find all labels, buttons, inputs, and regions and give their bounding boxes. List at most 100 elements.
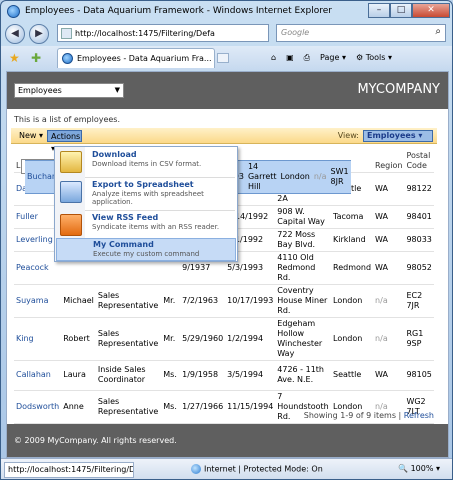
- col-region[interactable]: Region: [373, 148, 405, 173]
- cell-hire: 1/2/1994: [225, 317, 276, 361]
- cell-last[interactable]: Callahan: [14, 360, 62, 391]
- menu-item-title: My Command: [93, 240, 154, 249]
- view-dropdown[interactable]: Employees ▾: [363, 130, 433, 142]
- menu-item-download[interactable]: Download Download items in CSV format.: [56, 148, 236, 176]
- ie-icon: [7, 4, 20, 18]
- browser-window: Employees - Data Aquarium Framework - Wi…: [0, 0, 453, 480]
- page-header: Employees ▼ MYCOMPANY: [7, 72, 448, 109]
- search-placeholder: Google: [281, 28, 310, 37]
- cell-addr: Coventry House Miner Rd.: [275, 284, 331, 318]
- cell-last[interactable]: Suyama: [14, 284, 62, 318]
- cell-region: WA: [373, 360, 405, 391]
- cell-hire: 3/5/1994: [225, 360, 276, 391]
- actions-menu: Download Download items in CSV format. E…: [54, 146, 238, 262]
- download-icon: [60, 151, 82, 173]
- pager-text: Showing 1-9 of 9 items |: [303, 411, 404, 420]
- view-label: View:: [337, 131, 359, 140]
- cell-postal: 98052: [404, 251, 434, 285]
- spreadsheet-icon: [60, 181, 82, 203]
- feeds-icon[interactable]: ▣: [284, 51, 296, 65]
- cell-last[interactable]: King: [14, 317, 62, 361]
- cell-toc: Mr.: [161, 284, 181, 318]
- cell-addr: 908 W. Capital Way: [275, 205, 331, 229]
- cell-postal: EC2 7JR: [404, 284, 434, 318]
- tab-label: Employees - Data Aquarium Fra...: [77, 54, 212, 63]
- cell-postal: 98122: [404, 172, 434, 206]
- menu-item-title: View RSS Feed: [92, 213, 159, 222]
- search-input[interactable]: Google ⌕: [276, 24, 446, 42]
- cell-first: Michael: [61, 284, 96, 318]
- cell-birth: 7/2/1963: [180, 284, 226, 318]
- menu-item-my-command[interactable]: My Command Execute my custom command: [56, 238, 236, 261]
- cell-title: Inside Sales Coordinator: [95, 360, 162, 391]
- minimize-button[interactable]: –: [368, 3, 390, 18]
- menu-item-rss[interactable]: View RSS Feed Syndicate items with an RS…: [56, 211, 236, 239]
- cell-region: WA: [373, 228, 405, 252]
- command-bar: ⌂ ▣ ⎙ Page ▾ ⚙ Tools ▾: [269, 51, 394, 65]
- cell-city: London: [278, 160, 312, 194]
- home-icon[interactable]: ⌂: [269, 51, 278, 65]
- pager: Showing 1-9 of 9 items | Refresh: [14, 411, 434, 423]
- menu-item-desc: Analyze items with spreadsheet applicati…: [92, 190, 204, 206]
- cell-addr: 722 Moss Bay Blvd.: [275, 228, 331, 252]
- menu-item-desc: Execute my custom command: [93, 250, 200, 258]
- new-tab-button[interactable]: [217, 53, 229, 63]
- tools-menu[interactable]: ⚙ Tools ▾: [354, 51, 394, 65]
- cell-postal: RG1 9SP: [404, 317, 434, 361]
- cell-first: Laura: [61, 360, 96, 391]
- window-title: Employees - Data Aquarium Framework - Wi…: [25, 6, 332, 16]
- cell-postal: 98033: [404, 228, 434, 252]
- cell-region: n/a: [311, 160, 329, 194]
- globe-icon: [191, 464, 201, 474]
- cell-hire: 10/17/1993: [225, 284, 276, 318]
- cell-addr: 14 Garrett Hill: [245, 160, 279, 194]
- close-button[interactable]: ✕: [412, 3, 450, 18]
- forward-icon[interactable]: ▶: [29, 24, 49, 44]
- back-icon[interactable]: ◀: [5, 24, 25, 44]
- cell-toc: Ms.: [161, 360, 181, 391]
- status-bar: http://localhost:1475/Filtering/Defa Int…: [1, 458, 452, 479]
- page-content: Employees ▼ MYCOMPANY This is a list of e…: [6, 71, 449, 458]
- table-row[interactable]: King Robert Sales Representative Mr. 5/29/19…: [14, 317, 434, 361]
- zoom-control[interactable]: 🔍 100% ▾: [398, 464, 440, 473]
- menu-item-title: Export to Spreadsheet: [92, 180, 194, 189]
- tab-employees[interactable]: Employees - Data Aquarium Fra...: [57, 48, 215, 68]
- security-zone[interactable]: Internet | Protected Mode: On: [191, 464, 323, 474]
- page-menu[interactable]: Page ▾: [318, 51, 348, 65]
- menu-item-desc: Download items in CSV format.: [92, 160, 202, 168]
- address-bar[interactable]: http://localhost:1475/Filtering/Defa: [57, 24, 269, 42]
- page-description: This is a list of employees.: [14, 115, 121, 124]
- menu-item-title: Download: [92, 150, 137, 159]
- title-bar: Employees - Data Aquarium Framework - Wi…: [1, 1, 452, 21]
- menu-item-export[interactable]: Export to Spreadsheet Analyze items with…: [56, 178, 236, 210]
- rss-icon: [60, 214, 82, 236]
- actions-button[interactable]: Actions ▾: [47, 130, 82, 153]
- favorites-star-icon[interactable]: ★: [9, 51, 23, 65]
- add-favorites-icon[interactable]: ✚: [31, 51, 45, 65]
- col-postal-code[interactable]: Postal Code: [404, 148, 434, 173]
- maximize-button[interactable]: □: [390, 3, 412, 18]
- cell-region: n/a: [373, 317, 405, 361]
- refresh-link[interactable]: Refresh: [404, 411, 434, 420]
- table-row[interactable]: Suyama Michael Sales Representative Mr. 7/2/…: [14, 284, 434, 318]
- cell-first: Robert: [61, 317, 96, 361]
- menu-item-desc: Syndicate items with an RSS reader.: [92, 223, 220, 231]
- cell-title: Sales Representative: [95, 284, 162, 318]
- page-icon: [61, 27, 72, 39]
- cell-city: Tacoma: [331, 205, 374, 229]
- new-button[interactable]: New ▾: [16, 130, 46, 142]
- cell-city: Seattle: [331, 360, 374, 391]
- tab-ie-icon: [62, 53, 73, 64]
- cell-addr: 4110 Old Redmond Rd.: [275, 251, 331, 285]
- cell-city: Redmond: [331, 251, 374, 285]
- cell-city: Kirkland: [331, 228, 374, 252]
- cell-toc: Mr.: [161, 317, 181, 361]
- cell-birth: 1/9/1958: [180, 360, 226, 391]
- table-row[interactable]: Callahan Laura Inside Sales Coordinator Ms.…: [14, 360, 434, 391]
- cell-city: London: [331, 284, 374, 318]
- cell-region: n/a: [373, 284, 405, 318]
- view-select[interactable]: Employees ▼: [14, 83, 124, 98]
- action-bar: New ▾ Actions ▾ View: Employees ▾: [11, 128, 437, 153]
- search-icon[interactable]: ⌕: [435, 26, 441, 37]
- print-icon[interactable]: ⎙: [302, 51, 312, 65]
